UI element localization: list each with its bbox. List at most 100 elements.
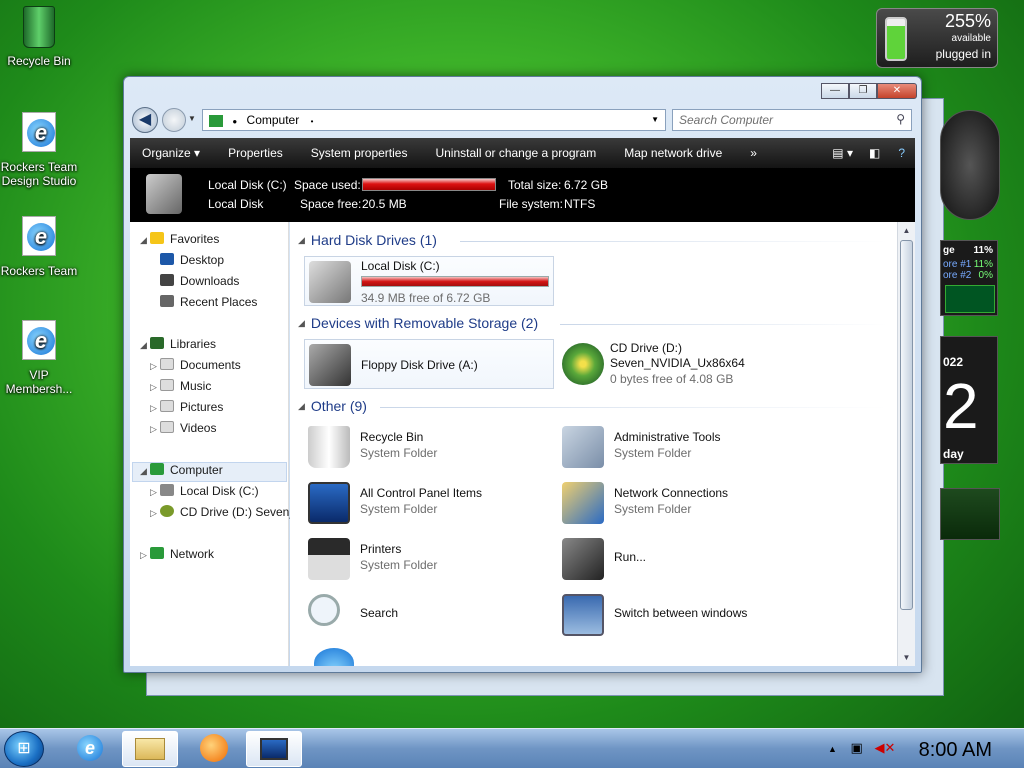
group-divider bbox=[380, 407, 887, 408]
explorer-window[interactable]: — ❐ ✕ ◀ ▼ ● Computer • ▼ ⟳ Search Comput… bbox=[123, 76, 922, 673]
forward-button[interactable] bbox=[162, 108, 186, 132]
breadcrumb-separator-icon[interactable]: ● bbox=[232, 117, 237, 126]
scrollbar-thumb[interactable] bbox=[900, 240, 913, 610]
item-all-control-panel-items[interactable]: All Control Panel Items System Folder bbox=[304, 478, 554, 528]
internet-explorer-icon: e bbox=[19, 216, 59, 260]
cpu-gadget[interactable]: ge 11% ore #1 11% ore #2 0% bbox=[940, 240, 998, 316]
search-box[interactable]: Search Computer ⚲ bbox=[672, 109, 912, 131]
desktop-icon-label: Recycle Bin bbox=[7, 54, 71, 68]
expand-arrow-icon[interactable]: ▷ bbox=[150, 508, 157, 519]
nav-desktop[interactable]: Desktop bbox=[160, 253, 224, 267]
group-hard-disk-drives[interactable]: ◢ Hard Disk Drives (1) bbox=[298, 232, 437, 248]
taskbar-internet-explorer[interactable]: e bbox=[62, 731, 118, 767]
address-bar[interactable]: ● Computer • ▼ ⟳ bbox=[202, 109, 687, 131]
battery-gadget[interactable]: 255% available plugged in bbox=[876, 8, 998, 68]
expand-arrow-icon[interactable]: ▷ bbox=[150, 361, 157, 372]
item-run[interactable]: Run... bbox=[558, 534, 808, 584]
map-network-drive-button[interactable]: Map network drive bbox=[610, 146, 736, 160]
collapse-arrow-icon[interactable]: ◢ bbox=[140, 235, 147, 246]
taskbar-media-player[interactable] bbox=[186, 731, 242, 767]
nav-recent-places[interactable]: Recent Places bbox=[160, 295, 257, 309]
drive-cd[interactable]: CD Drive (D:) Seven_NVIDIA_Ux86x64 0 byt… bbox=[558, 339, 858, 389]
back-arrow-icon: ◀ bbox=[138, 111, 152, 128]
preview-pane-icon[interactable]: ◧ bbox=[861, 146, 888, 160]
organize-menu[interactable]: Organize ▾ bbox=[130, 146, 214, 160]
nav-downloads[interactable]: Downloads bbox=[160, 274, 239, 288]
group-removable-storage[interactable]: ◢ Devices with Removable Storage (2) bbox=[298, 315, 538, 331]
nav-network[interactable]: Network bbox=[150, 547, 214, 561]
back-button[interactable]: ◀ bbox=[132, 107, 158, 133]
collapse-group-icon[interactable]: ◢ bbox=[298, 318, 305, 328]
battery-status: plugged in bbox=[935, 47, 991, 61]
scroll-down-button[interactable]: ▼ bbox=[899, 650, 914, 665]
nav-cd-drive[interactable]: CD Drive (D:) Seven_ bbox=[160, 505, 296, 519]
collapse-group-icon[interactable]: ◢ bbox=[298, 235, 305, 245]
breadcrumb-computer[interactable]: Computer bbox=[247, 113, 300, 127]
drive-floppy[interactable]: Floppy Disk Drive (A:) bbox=[304, 339, 554, 389]
expand-arrow-icon[interactable]: ▷ bbox=[150, 487, 157, 498]
item-search[interactable]: Search bbox=[304, 590, 554, 640]
item-recycle-bin[interactable]: Recycle Bin System Folder bbox=[304, 422, 554, 472]
nav-local-disk[interactable]: Local Disk (C:) bbox=[160, 484, 259, 498]
battery-icon bbox=[885, 17, 907, 61]
item-network-connections[interactable]: Network Connections System Folder bbox=[558, 478, 808, 528]
item-printers[interactable]: Printers System Folder bbox=[304, 534, 554, 584]
volume-muted-icon[interactable]: ◀✕ bbox=[874, 740, 895, 755]
expand-arrow-icon[interactable]: ▷ bbox=[150, 424, 157, 435]
system-properties-button[interactable]: System properties bbox=[297, 146, 422, 160]
start-button[interactable]: ⊞ bbox=[4, 731, 44, 767]
internet-explorer-icon bbox=[314, 648, 354, 666]
help-icon[interactable]: ? bbox=[888, 146, 915, 160]
desktop-icon-vip-membership[interactable]: e VIP Membersh... bbox=[0, 320, 78, 396]
expand-arrow-icon[interactable]: ▷ bbox=[140, 550, 147, 561]
nav-libraries[interactable]: Libraries bbox=[150, 337, 216, 351]
details-total-size-label: Total size: bbox=[508, 178, 562, 192]
breadcrumb-chevron[interactable]: • bbox=[311, 117, 314, 126]
minimize-button[interactable]: — bbox=[821, 83, 849, 99]
more-commands-button[interactable]: » bbox=[736, 146, 771, 160]
nav-pictures[interactable]: Pictures bbox=[160, 400, 223, 414]
taskbar-windows-explorer[interactable] bbox=[122, 731, 178, 767]
group-other[interactable]: ◢ Other (9) bbox=[298, 398, 367, 414]
collapse-group-icon[interactable]: ◢ bbox=[298, 401, 305, 411]
collapse-arrow-icon[interactable]: ◢ bbox=[140, 466, 147, 477]
network-connections-icon bbox=[562, 482, 604, 524]
uninstall-program-button[interactable]: Uninstall or change a program bbox=[421, 146, 610, 160]
recent-pages-dropdown[interactable]: ▼ bbox=[188, 114, 196, 123]
nvidia-gadget[interactable] bbox=[940, 488, 1000, 540]
desktop-icon-rockers-team[interactable]: e Rockers Team bbox=[0, 216, 78, 278]
nav-music[interactable]: Music bbox=[160, 379, 211, 393]
expand-arrow-icon[interactable]: ▷ bbox=[150, 382, 157, 393]
view-options-icon[interactable]: ▤ ▾ bbox=[824, 146, 861, 160]
cpu-total: 11% bbox=[973, 245, 993, 256]
nav-videos[interactable]: Videos bbox=[160, 421, 216, 435]
show-hidden-icons-button[interactable]: ▲ bbox=[828, 744, 837, 754]
item-administrative-tools[interactable]: Administrative Tools System Folder bbox=[558, 422, 808, 472]
calendar-gadget[interactable]: 022 2 day bbox=[940, 336, 998, 464]
scroll-up-button[interactable]: ▲ bbox=[899, 223, 914, 238]
clock[interactable]: 8:00 AM bbox=[919, 739, 992, 762]
cd-drive-icon bbox=[562, 343, 604, 385]
close-button[interactable]: ✕ bbox=[877, 83, 917, 99]
desktop-icon-rockers-team-design-studio[interactable]: e Rockers Team Design Studio bbox=[0, 112, 78, 188]
details-usage-bar bbox=[362, 178, 496, 191]
drive-local-disk[interactable]: Local Disk (C:) 34.9 MB free of 6.72 GB bbox=[304, 256, 554, 306]
nav-favorites[interactable]: Favorites bbox=[150, 232, 219, 246]
nav-computer[interactable]: Computer bbox=[150, 463, 223, 477]
nav-documents[interactable]: Documents bbox=[160, 358, 241, 372]
maximize-button[interactable]: ❐ bbox=[849, 83, 877, 99]
properties-button[interactable]: Properties bbox=[214, 146, 297, 160]
calendar-year: 022 bbox=[943, 355, 964, 369]
taskbar-computer-window[interactable] bbox=[246, 731, 302, 767]
expand-arrow-icon[interactable]: ▷ bbox=[150, 403, 157, 414]
internet-explorer-icon: e bbox=[77, 735, 103, 761]
network-tray-icon[interactable]: ▣ bbox=[851, 740, 863, 755]
volume-gadget[interactable] bbox=[940, 110, 1000, 220]
search-icon[interactable]: ⚲ bbox=[896, 112, 905, 126]
item-switch-between-windows[interactable]: Switch between windows bbox=[558, 590, 808, 640]
collapse-arrow-icon[interactable]: ◢ bbox=[140, 340, 147, 351]
search-input[interactable]: Search Computer bbox=[679, 113, 773, 127]
address-dropdown-icon[interactable]: ▼ bbox=[651, 115, 659, 124]
desktop-icon-recycle-bin[interactable]: Recycle Bin bbox=[0, 6, 78, 68]
vertical-scrollbar[interactable]: ▲ ▼ bbox=[897, 222, 915, 666]
